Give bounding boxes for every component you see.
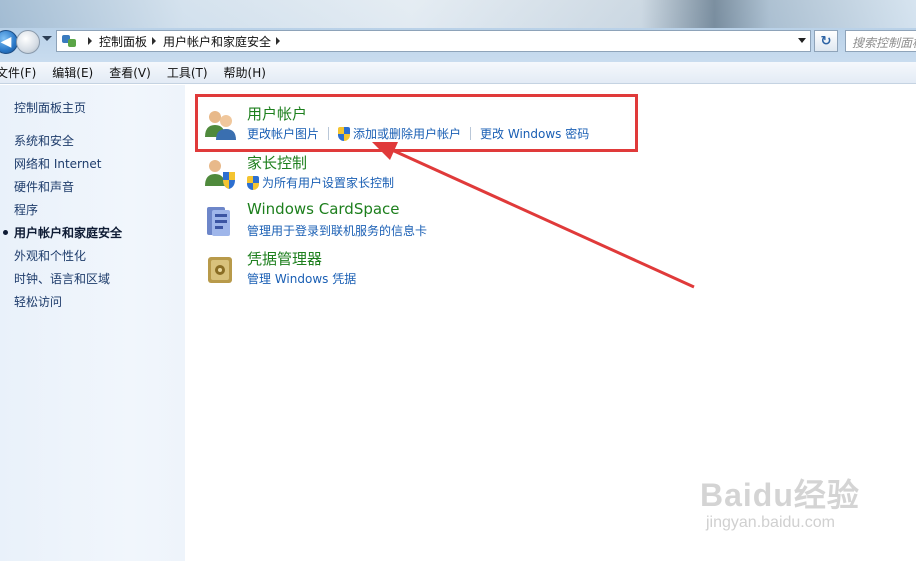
category-links: 为所有用户设置家长控制 (247, 174, 394, 191)
highlight-box (195, 94, 638, 152)
menu-edit[interactable]: 编辑(E) (52, 64, 93, 81)
breadcrumb-arrow-icon[interactable] (88, 37, 92, 45)
category-title[interactable]: 家长控制 (247, 152, 307, 173)
sidebar-item-network[interactable]: 网络和 Internet (14, 155, 101, 172)
uac-shield-icon (247, 175, 259, 190)
sidebar-home[interactable]: 控制面板主页 (14, 99, 86, 116)
sidebar-item-appearance[interactable]: 外观和个性化 (14, 247, 86, 264)
refresh-button[interactable]: ↻ (814, 30, 838, 52)
watermark: Baidu经验 jingyan.baidu.com (700, 470, 875, 540)
category-title[interactable]: 凭据管理器 (247, 248, 322, 269)
window-chrome: ◀ 控制面板 用户帐户和家庭安全 ↻ 搜索控制面板 (0, 0, 916, 62)
breadcrumb-arrow-icon[interactable] (152, 37, 157, 45)
credential-vault-icon[interactable] (203, 252, 237, 286)
refresh-icon: ↻ (820, 33, 832, 49)
sidebar-item-system-security[interactable]: 系统和安全 (14, 132, 74, 149)
parental-control-icon[interactable] (203, 156, 237, 190)
sidebar-item-hardware[interactable]: 硬件和声音 (14, 178, 74, 195)
back-arrow-icon: ◀ (0, 34, 12, 50)
breadcrumb-control-panel[interactable]: 控制面板 (99, 33, 147, 50)
sidebar-item-programs[interactable]: 程序 (14, 201, 38, 218)
category-links: 管理用于登录到联机服务的信息卡 (247, 222, 427, 239)
address-dropdown-icon[interactable] (798, 38, 806, 43)
category-links: 管理 Windows 凭据 (247, 270, 356, 287)
menu-tools[interactable]: 工具(T) (167, 64, 208, 81)
category-title[interactable]: Windows CardSpace (247, 200, 400, 218)
blurred-background (0, 0, 916, 28)
sidebar-item-ease-of-access[interactable]: 轻松访问 (14, 293, 62, 310)
watermark-url: jingyan.baidu.com (706, 514, 835, 531)
manage-windows-credentials-link[interactable]: 管理 Windows 凭据 (247, 270, 356, 287)
forward-button[interactable] (16, 30, 40, 54)
watermark-brand: Baidu经验 (700, 477, 860, 513)
breadcrumb-user-accounts[interactable]: 用户帐户和家庭安全 (163, 33, 271, 50)
menu-help[interactable]: 帮助(H) (224, 64, 266, 81)
menu-view[interactable]: 查看(V) (109, 64, 151, 81)
menu-bar: 文件(F) 编辑(E) 查看(V) 工具(T) 帮助(H) (0, 62, 916, 84)
menu-file[interactable]: 文件(F) (0, 64, 36, 81)
cardspace-icon[interactable] (203, 204, 237, 238)
sidebar-item-user-accounts: 用户帐户和家庭安全 (14, 226, 123, 240)
search-input[interactable]: 搜索控制面板 (845, 30, 916, 52)
current-item-bullet (3, 230, 8, 235)
breadcrumb-arrow-icon[interactable] (276, 37, 281, 45)
recent-pages-dropdown[interactable] (42, 36, 52, 41)
sidebar: 控制面板主页 系统和安全 网络和 Internet 硬件和声音 程序 用户帐户和… (0, 85, 185, 561)
manage-info-cards-link[interactable]: 管理用于登录到联机服务的信息卡 (247, 222, 427, 239)
control-panel-icon (61, 33, 77, 49)
sidebar-item-clock-language[interactable]: 时钟、语言和区域 (14, 270, 110, 287)
breadcrumb: 控制面板 用户帐户和家庭安全 (83, 33, 287, 50)
address-bar[interactable]: 控制面板 用户帐户和家庭安全 (56, 30, 811, 52)
set-parental-controls-link[interactable]: 为所有用户设置家长控制 (262, 174, 394, 191)
